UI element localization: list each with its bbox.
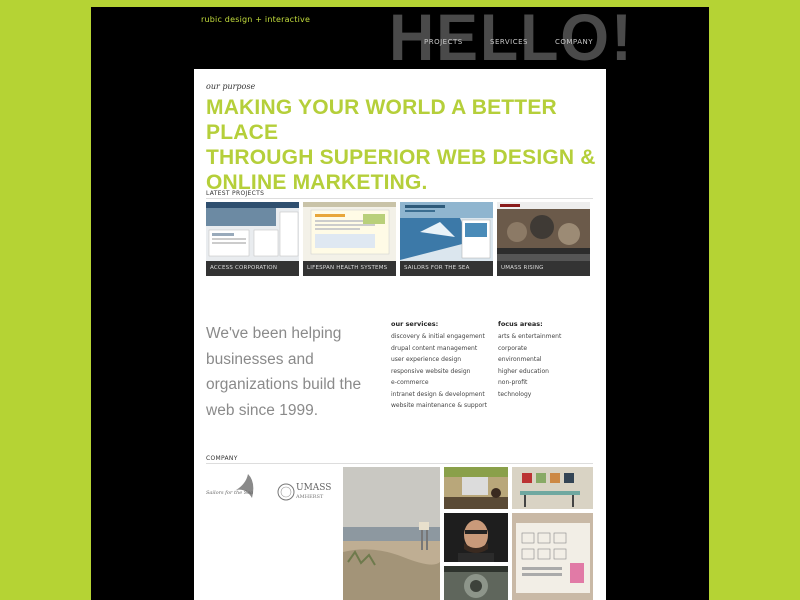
focus-item[interactable]: non-profit (498, 379, 561, 391)
project-caption: SAILORS FOR THE SEA (404, 265, 470, 271)
umass-logo: UMASS AMHERST (277, 483, 331, 501)
project-thumbnail (497, 202, 590, 261)
office-photo (444, 467, 508, 509)
project-thumbnail (303, 202, 396, 261)
project-caption-bar: SAILORS FOR THE SEA (400, 261, 493, 276)
purpose-headline: MAKING YOUR WORLD A BETTER PLACE THROUGH… (206, 95, 606, 195)
project-caption: LIFESPAN HEALTH SYSTEMS (307, 265, 388, 271)
nav-projects[interactable]: PROJECTS (424, 38, 463, 46)
project-caption-bar: UMASS RISING (497, 261, 590, 276)
sailors-logo: Sailors for the Sea (206, 474, 254, 498)
focus-item[interactable]: environmental (498, 356, 561, 368)
focus-item[interactable]: higher education (498, 368, 561, 380)
company-label: COMPANY (206, 455, 238, 462)
project-card-lifespan[interactable]: LIFESPAN HEALTH SYSTEMS (303, 202, 396, 276)
focus-item[interactable]: technology (498, 391, 561, 403)
equipment-photo (444, 566, 508, 600)
project-caption: UMASS RISING (501, 265, 544, 271)
nav-company[interactable]: COMPANY (555, 38, 593, 46)
focus-list: arts & entertainment corporate environme… (498, 333, 561, 402)
latest-projects-label: LATEST PROJECTS (206, 190, 265, 197)
project-card-access[interactable]: ACCESS CORPORATION (206, 202, 299, 276)
service-item[interactable]: drupal content management (391, 345, 487, 357)
project-card-umass[interactable]: UMASS RISING (497, 202, 590, 276)
portrait-photo (444, 513, 508, 562)
service-item[interactable]: user experience design (391, 356, 487, 368)
service-item[interactable]: responsive website design (391, 368, 487, 380)
umass-logo-sub: AMHERST (295, 494, 324, 500)
helping-statement: We've been helping businesses and organi… (206, 321, 386, 423)
project-caption: ACCESS CORPORATION (210, 265, 278, 271)
focus-item[interactable]: arts & entertainment (498, 333, 561, 345)
project-thumbnail (206, 202, 299, 261)
focus-title: focus areas: (498, 320, 543, 328)
service-item[interactable]: website maintenance & support (391, 402, 487, 414)
project-caption-bar: ACCESS CORPORATION (206, 261, 299, 276)
project-thumbnail (400, 202, 493, 261)
helping-line: organizations build the (206, 376, 362, 393)
site-frame: rubic design + interactive HELLO! PROJEC… (91, 7, 709, 600)
service-item[interactable]: e-commerce (391, 379, 487, 391)
umass-logo-text: UMASS (296, 483, 331, 493)
sketches-photo (512, 513, 593, 600)
nav-services[interactable]: SERVICES (490, 38, 528, 46)
helping-line: We've been helping (206, 325, 342, 342)
headline-line: MAKING YOUR WORLD A BETTER PLACE (206, 96, 557, 144)
site-logo[interactable]: rubic design + interactive (201, 15, 310, 24)
workspace-photo (512, 467, 593, 509)
client-logos: Sailors for the Sea UMASS AMHERST (206, 474, 331, 501)
services-title: our services: (391, 320, 439, 328)
page: { "header": { "logo": "rubic design + in… (0, 0, 800, 600)
focus-item[interactable]: corporate (498, 345, 561, 357)
content-panel: our purpose MAKING YOUR WORLD A BETTER P… (194, 69, 606, 600)
beach-photo (343, 467, 440, 600)
sailors-logo-text: Sailors for the Sea (206, 490, 253, 496)
purpose-label: our purpose (206, 82, 256, 91)
services-list: discovery & initial engagement drupal co… (391, 333, 487, 414)
divider (206, 463, 593, 464)
helping-line: businesses and (206, 350, 314, 368)
divider (206, 198, 593, 199)
project-card-sailors[interactable]: SAILORS FOR THE SEA (400, 202, 493, 276)
service-item[interactable]: intranet design & development (391, 391, 487, 403)
helping-line: web since 1999. (206, 401, 319, 419)
headline-line: ONLINE MARKETING. (206, 171, 428, 194)
service-item[interactable]: discovery & initial engagement (391, 333, 487, 345)
headline-line: THROUGH SUPERIOR WEB DESIGN & (206, 146, 596, 169)
project-caption-bar: LIFESPAN HEALTH SYSTEMS (303, 261, 396, 276)
